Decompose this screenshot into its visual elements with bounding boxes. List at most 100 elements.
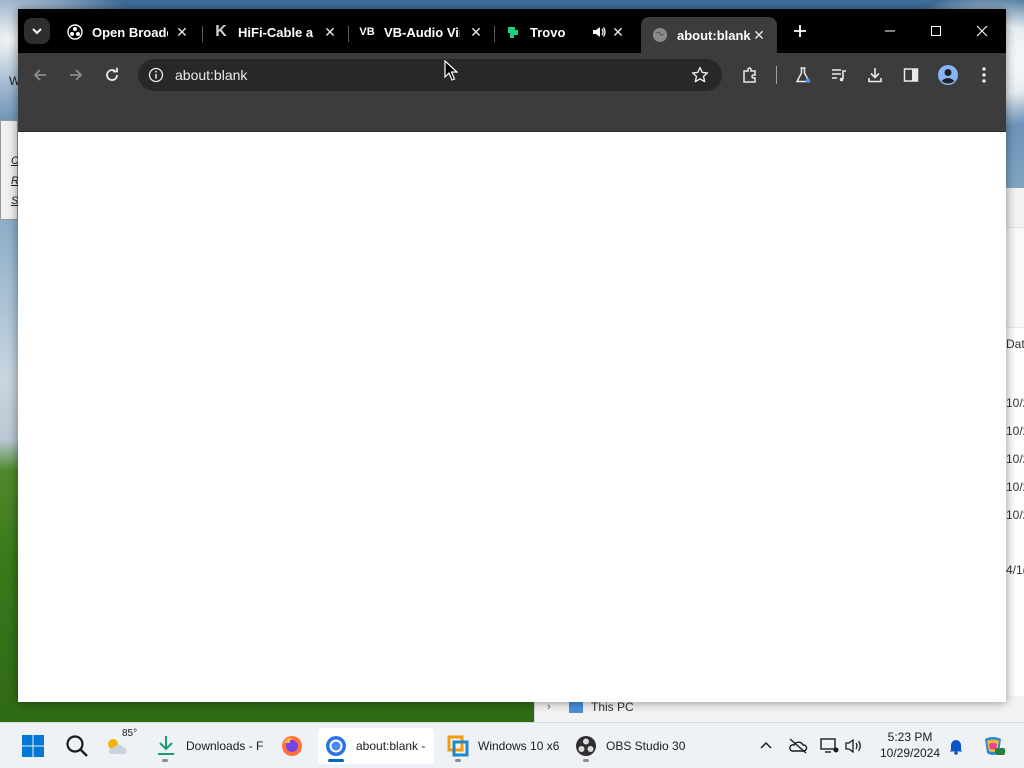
- plus-icon: [794, 25, 806, 37]
- search-button[interactable]: [60, 728, 94, 764]
- this-pc-icon: [569, 702, 583, 713]
- start-button[interactable]: [16, 728, 50, 764]
- tab-search-button[interactable]: [24, 18, 50, 44]
- tab-trovo[interactable]: Trovo: [494, 17, 580, 47]
- volume-tray[interactable]: [843, 735, 865, 757]
- chevron-right-icon[interactable]: ›: [547, 701, 551, 713]
- k-logo-icon: K: [215, 23, 227, 40]
- file-date: 4/1(: [1006, 563, 1024, 577]
- chevron-up-icon: [760, 741, 772, 749]
- downloads-button[interactable]: [861, 61, 889, 89]
- bookmark-star-icon[interactable]: [690, 65, 710, 90]
- background-window-strip: C R S: [0, 120, 19, 220]
- page-content[interactable]: [18, 132, 1006, 702]
- minimize-icon: [885, 30, 895, 32]
- chrome-icon: [324, 734, 348, 758]
- side-panel-button[interactable]: [897, 61, 925, 89]
- minimize-button[interactable]: [868, 17, 912, 45]
- close-icon[interactable]: ✕: [322, 24, 338, 40]
- vb-logo-icon: VB: [359, 26, 375, 38]
- firefox-icon: [280, 734, 304, 758]
- search-icon: [66, 735, 88, 757]
- vmware-icon: [446, 734, 470, 758]
- info-icon[interactable]: [148, 67, 164, 88]
- chevron-down-icon: [32, 28, 42, 35]
- file-date: 10/2: [1006, 452, 1024, 466]
- labs-button[interactable]: [789, 61, 817, 89]
- tab-about-blank[interactable]: about:blank ✕: [641, 17, 777, 53]
- tab-title: Trovo: [530, 24, 566, 40]
- close-icon[interactable]: ✕: [610, 24, 626, 40]
- tab-strip: Open Broadcaster ✕ K HiFi-Cable and ✕ VB…: [18, 9, 1006, 53]
- extensions-button[interactable]: [736, 61, 764, 89]
- onedrive-tray[interactable]: [787, 735, 809, 757]
- clock-time: 5:23 PM: [887, 730, 933, 744]
- windows-logo-icon: [22, 735, 44, 757]
- taskbar-vmware[interactable]: Windows 10 x6: [440, 728, 560, 764]
- obs-icon: [66, 23, 84, 41]
- puzzle-icon: [743, 67, 756, 83]
- show-hidden-icons-button[interactable]: [755, 735, 777, 757]
- copilot-button[interactable]: [980, 735, 1006, 757]
- tab-title: HiFi-Cable and: [238, 24, 314, 40]
- weather-temp: 85°: [122, 728, 138, 739]
- taskbar-firefox[interactable]: [274, 728, 310, 764]
- browser-window: Open Broadcaster ✕ K HiFi-Cable and ✕ VB…: [18, 9, 1006, 702]
- taskbar-item-label: Windows 10 x6: [478, 739, 560, 753]
- tab-title: about:blank: [677, 27, 751, 43]
- bell-icon: [949, 740, 963, 755]
- file-date: 10/2: [1006, 508, 1024, 522]
- maximize-icon: [931, 26, 941, 36]
- maximize-button[interactable]: [914, 17, 958, 45]
- toolbar-divider: [776, 66, 777, 84]
- address-bar-url[interactable]: about:blank: [175, 67, 247, 83]
- browser-toolbar: about:blank: [18, 53, 1006, 97]
- reload-icon: [106, 67, 118, 81]
- taskbar-obs[interactable]: OBS Studio 30: [568, 728, 688, 764]
- network-icon: [820, 738, 839, 753]
- address-bar[interactable]: about:blank: [138, 59, 722, 91]
- reload-button[interactable]: [98, 61, 126, 89]
- close-icon[interactable]: ✕: [468, 24, 484, 40]
- profile-button[interactable]: [934, 61, 962, 89]
- close-window-button[interactable]: [960, 17, 1004, 45]
- tab-vb-audio[interactable]: VB VB-Audio Virtual ✕: [348, 17, 494, 47]
- close-icon: [976, 25, 988, 37]
- taskbar-downloads[interactable]: Downloads - F: [152, 728, 270, 764]
- file-date: 10/2: [1006, 424, 1024, 438]
- download-icon: [868, 68, 882, 83]
- close-icon[interactable]: ✕: [751, 27, 767, 43]
- tab-hifi-cable[interactable]: K HiFi-Cable and ✕: [202, 17, 348, 47]
- menu-button[interactable]: [970, 61, 998, 89]
- globe-icon: [651, 26, 669, 44]
- taskbar-chrome[interactable]: about:blank -: [318, 728, 434, 764]
- clock[interactable]: 5:23 PM 10/29/2024: [872, 729, 948, 761]
- media-controls-button[interactable]: [825, 61, 853, 89]
- clock-date: 10/29/2024: [879, 746, 941, 760]
- file-date: 10/2: [1006, 396, 1024, 410]
- back-button[interactable]: [26, 61, 54, 89]
- tab-title: VB-Audio Virtual: [384, 24, 460, 40]
- trovo-icon: [504, 23, 522, 41]
- weather-widget[interactable]: 85°: [104, 728, 144, 764]
- speaker-icon: [590, 23, 608, 41]
- mouse-cursor-icon: [444, 60, 458, 81]
- close-icon[interactable]: ✕: [174, 24, 190, 40]
- tab-open-broadcaster[interactable]: Open Broadcaster ✕: [56, 17, 200, 47]
- notifications-button[interactable]: [945, 735, 967, 757]
- tab-audio-playing[interactable]: ✕: [580, 17, 636, 47]
- bookmarks-bar: [18, 97, 1006, 132]
- column-header-date[interactable]: Dat: [1006, 337, 1024, 351]
- copilot-icon: [985, 737, 1005, 755]
- nav-item-this-pc[interactable]: This PC: [591, 700, 634, 714]
- taskbar-item-label: about:blank -: [356, 739, 426, 753]
- volume-icon: [845, 738, 861, 754]
- arrow-right-icon: [70, 69, 83, 81]
- new-tab-button[interactable]: [784, 17, 816, 45]
- taskbar-item-label: Downloads - F: [186, 739, 264, 753]
- file-date: 10/2: [1006, 480, 1024, 494]
- cloud-offline-icon: [789, 738, 808, 754]
- queue-music-icon: [832, 69, 846, 82]
- network-tray[interactable]: [818, 735, 840, 757]
- forward-button[interactable]: [62, 61, 90, 89]
